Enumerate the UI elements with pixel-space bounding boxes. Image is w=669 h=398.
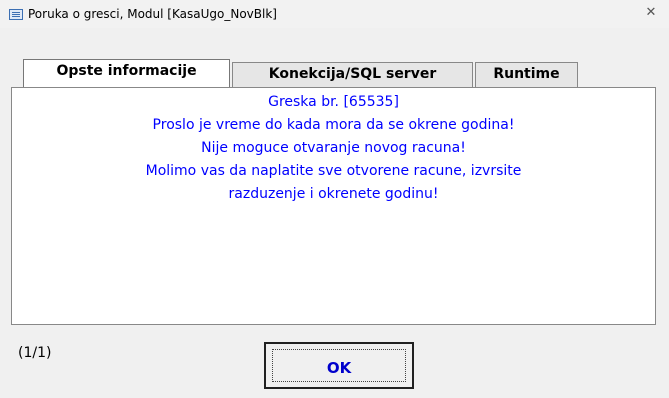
message-panel: Greska br. [65535] Proslo je vreme do ka… — [11, 87, 656, 325]
close-icon[interactable]: ✕ — [644, 6, 658, 20]
page-counter: (1/1) — [18, 345, 52, 361]
form-icon — [9, 9, 23, 20]
message-line: razduzenje i okrenete godinu! — [228, 186, 439, 202]
message-line: Proslo je vreme do kada mora da se okren… — [152, 117, 515, 133]
message-line: Nije moguce otvaranje novog racuna! — [201, 140, 466, 156]
message-line: Molimo vas da naplatite sve otvorene rac… — [145, 163, 522, 179]
tab-konekcija-sql-server[interactable]: Konekcija/SQL server — [232, 62, 473, 87]
title-bar: Poruka o gresci, Modul [KasaUgo_NovBlk] … — [0, 0, 669, 28]
tab-opste-informacije[interactable]: Opste informacije — [23, 59, 230, 87]
ok-button-label: OK — [326, 358, 352, 377]
ok-button[interactable]: OK — [264, 342, 414, 389]
tab-runtime[interactable]: Runtime — [475, 62, 578, 87]
window-title: Poruka o gresci, Modul [KasaUgo_NovBlk] — [28, 7, 277, 21]
message-line: Greska br. [65535] — [268, 94, 399, 110]
